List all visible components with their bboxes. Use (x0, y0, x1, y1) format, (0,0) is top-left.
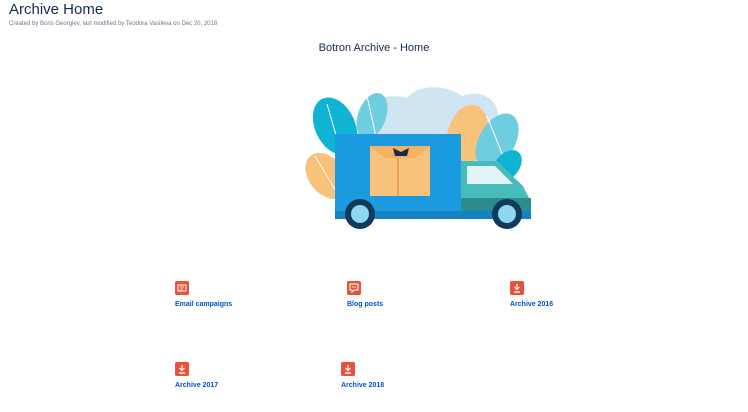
tile-label[interactable]: Archive 2017 (175, 382, 218, 389)
tile-label[interactable]: Blog posts (347, 301, 383, 308)
content-heading: Botron Archive - Home (318, 42, 430, 54)
tile-label[interactable]: Archive 2018 (341, 382, 384, 389)
tile-archive-2018[interactable]: Archive 2018 (341, 362, 384, 389)
byline-middle: , last modified by (79, 21, 125, 27)
email-campaign-icon (175, 281, 189, 295)
tile-archive-2016[interactable]: Archive 2016 (510, 281, 553, 308)
chat-bubble-icon (347, 281, 361, 295)
tile-label[interactable]: Email campaigns (175, 301, 232, 308)
modifier-link[interactable]: Teodora Vasileva (126, 21, 172, 27)
archive-download-icon (175, 362, 189, 376)
page-byline: Created by Boris Georgiev, last modified… (9, 21, 217, 27)
archive-download-icon (341, 362, 355, 376)
tile-label[interactable]: Archive 2016 (510, 301, 553, 308)
creator-link[interactable]: Boris Georgiev (40, 21, 79, 27)
modified-date-link[interactable]: Dec 20, 2018 (182, 21, 218, 27)
byline-prefix: Created by (9, 21, 39, 27)
page-title: Archive Home (9, 1, 104, 18)
tile-email-campaigns[interactable]: Email campaigns (175, 281, 232, 308)
archive-download-icon (510, 281, 524, 295)
byline-on: on (173, 21, 180, 27)
tile-archive-2017[interactable]: Archive 2017 (175, 362, 218, 389)
tile-blog-posts[interactable]: Blog posts (347, 281, 383, 308)
delivery-truck-illustration (305, 87, 531, 229)
